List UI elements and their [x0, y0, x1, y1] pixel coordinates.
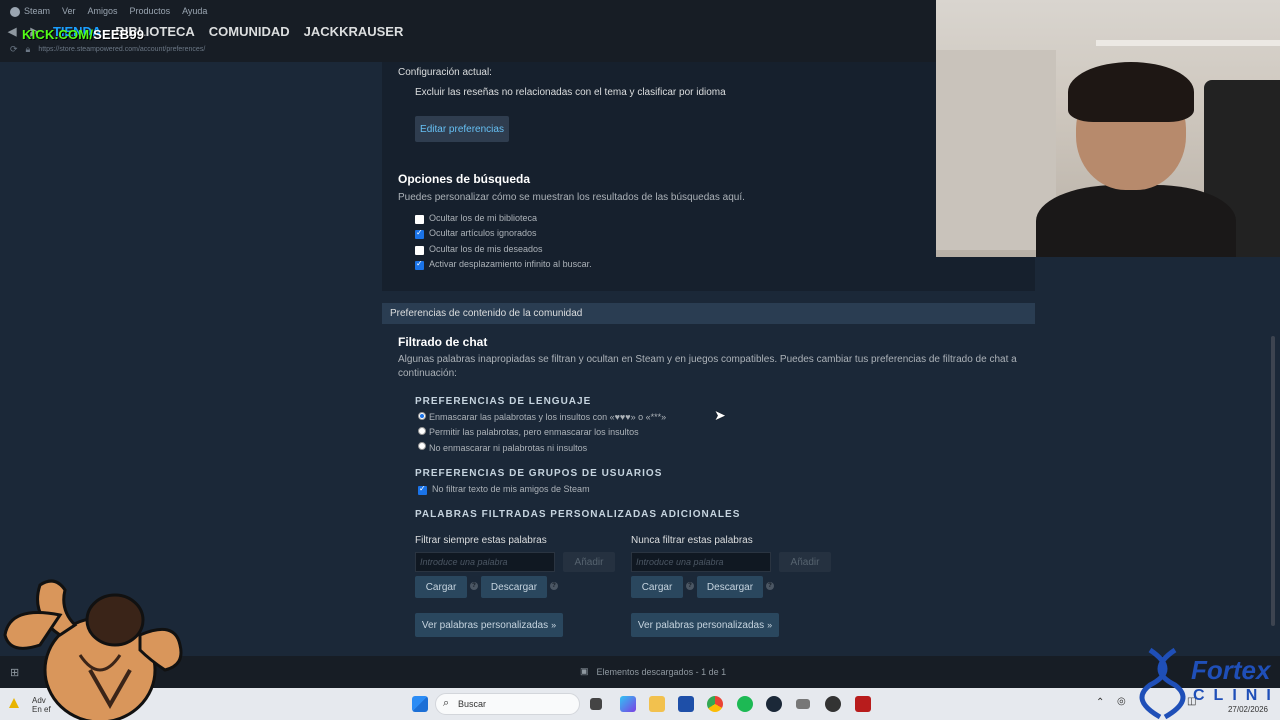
never-filter-input[interactable]: Introduce una palabra — [631, 552, 771, 572]
help-icon[interactable]: ? — [686, 582, 694, 590]
url-bar: ⟳ 🔒︎ https://store.steampowered.com/acco… — [10, 44, 205, 55]
mouse-cursor-icon: ➤ — [714, 407, 726, 423]
label-infinite-scroll: Activar desplazamiento infinito al busca… — [429, 259, 592, 269]
never-filter-label: Nunca filtrar estas palabras — [631, 535, 753, 546]
label-hide-library: Ocultar los de mi biblioteca — [429, 213, 538, 223]
steam-titlebar: Steam Ver Amigos Productos Ayuda ◀ ▶ TIE… — [0, 0, 936, 62]
obs-icon[interactable] — [825, 696, 841, 712]
search-options-title: Opciones de búsqueda — [398, 172, 531, 186]
never-load-button[interactable]: Cargar — [631, 576, 683, 598]
shelf — [1096, 40, 1280, 46]
label-hide-ignored: Ocultar artículos ignorados — [429, 228, 537, 238]
chat-filter-desc-1: Algunas palabras inapropiadas se filtran… — [398, 354, 1017, 365]
menu-amigos[interactable]: Amigos — [88, 6, 118, 16]
always-load-button[interactable]: Cargar — [415, 576, 467, 598]
always-filter-input[interactable]: Introduce una palabra — [415, 552, 555, 572]
never-view-words-button[interactable]: Ver palabras personalizadas» — [631, 613, 779, 637]
double-chevron-down-icon: » — [551, 620, 557, 630]
taskbar-search[interactable]: ⌕ Buscar — [435, 693, 580, 715]
app-icon[interactable] — [796, 699, 810, 709]
person-shirt — [1036, 185, 1236, 257]
person-hair — [1068, 62, 1194, 122]
double-chevron-down-icon: » — [767, 620, 773, 630]
custom-words-title: PALABRAS FILTRADAS PERSONALIZADAS ADICIO… — [415, 509, 741, 520]
url-text[interactable]: https://store.steampowered.com/account/p… — [38, 46, 205, 53]
never-add-button[interactable]: Añadir — [779, 552, 831, 572]
help-icon[interactable]: ? — [470, 582, 478, 590]
radio-mask-all[interactable] — [418, 412, 426, 420]
checkbox-no-filter-friends[interactable] — [418, 484, 427, 495]
webcam-overlay — [936, 0, 1280, 257]
checkbox-infinite-scroll[interactable] — [415, 259, 424, 270]
steam-icon[interactable] — [766, 696, 782, 712]
copilot-icon[interactable] — [620, 696, 636, 712]
help-icon[interactable]: ? — [550, 582, 558, 590]
file-explorer-icon[interactable] — [649, 696, 665, 712]
community-section-header: Preferencias de contenido de la comunida… — [382, 303, 1035, 324]
store-icon[interactable] — [678, 696, 694, 712]
search-icon: ⌕ — [443, 697, 450, 709]
chat-filter-desc-2: continuación: — [398, 368, 457, 379]
label-hide-wishlist: Ocultar los de mis deseados — [429, 244, 543, 254]
downloads-status[interactable]: ▣ Elementos descargados - 1 de 1 — [580, 666, 726, 677]
nav-tab-user[interactable]: JACKKRAUSER — [304, 24, 404, 39]
windows-start-icon[interactable] — [412, 696, 428, 712]
app-icon[interactable] — [855, 696, 871, 712]
radio-mask-slurs[interactable] — [418, 427, 426, 435]
back-arrow-icon[interactable]: ◀ — [8, 25, 16, 38]
group-prefs-title: PREFERENCIAS DE GRUPOS DE USUARIOS — [415, 468, 663, 479]
chat-filter-title: Filtrado de chat — [398, 335, 488, 349]
kick-overlay: KICK.COM/SEEB99 — [22, 27, 145, 42]
current-config-value: Excluir las reseñas no relacionadas con … — [415, 87, 726, 98]
menu-ver[interactable]: Ver — [62, 6, 76, 16]
nav-tab-comunidad[interactable]: COMUNIDAD — [209, 24, 290, 39]
page-scrollbar[interactable] — [1271, 336, 1275, 626]
network-icon[interactable]: ◎ — [1117, 696, 1126, 707]
refresh-icon[interactable]: ⟳ — [10, 44, 18, 55]
chevron-up-icon[interactable]: ⌃ — [1096, 697, 1104, 708]
chrome-icon[interactable] — [707, 696, 723, 712]
menu-bar: Steam Ver Amigos Productos Ayuda — [10, 6, 207, 17]
label-mask-slurs: Permitir las palabrotas, pero enmascarar… — [429, 427, 639, 437]
menu-productos[interactable]: Productos — [130, 6, 171, 16]
muscle-mascot-overlay — [3, 579, 183, 720]
fortex-clinic-logo: Fortex CLINIC — [1135, 645, 1280, 720]
dna-logo-icon — [1139, 647, 1186, 720]
always-view-words-button[interactable]: Ver palabras personalizadas» — [415, 613, 563, 637]
spotify-icon[interactable] — [737, 696, 753, 712]
menu-steam[interactable]: Steam — [10, 6, 50, 17]
radio-mask-none[interactable] — [418, 442, 426, 450]
always-filter-label: Filtrar siempre estas palabras — [415, 535, 547, 546]
current-config-label: Configuración actual: — [398, 67, 492, 78]
steam-logo-icon — [10, 6, 20, 17]
menu-ayuda[interactable]: Ayuda — [182, 6, 207, 16]
never-download-button[interactable]: Descargar — [697, 576, 763, 598]
label-mask-none: No enmascarar ni palabrotas ni insultos — [429, 443, 588, 453]
download-icon: ▣ — [580, 666, 589, 676]
help-icon[interactable]: ? — [766, 582, 774, 590]
checkbox-hide-ignored[interactable] — [415, 228, 424, 239]
edit-preferences-button[interactable]: Editar preferencias — [415, 116, 509, 142]
checkbox-hide-library[interactable] — [415, 215, 424, 224]
label-no-filter-friends: No filtrar texto de mis amigos de Steam — [432, 484, 590, 494]
checkbox-hide-wishlist[interactable] — [415, 246, 424, 255]
search-options-desc: Puedes personalizar cómo se muestran los… — [398, 192, 745, 203]
label-mask-all: Enmascarar las palabrotas y los insultos… — [429, 412, 667, 422]
language-prefs-title: PREFERENCIAS DE LENGUAJE — [415, 396, 592, 407]
task-view-icon[interactable] — [590, 698, 602, 710]
lock-icon: 🔒︎ — [25, 44, 31, 54]
always-add-button[interactable]: Añadir — [563, 552, 615, 572]
always-download-button[interactable]: Descargar — [481, 576, 547, 598]
